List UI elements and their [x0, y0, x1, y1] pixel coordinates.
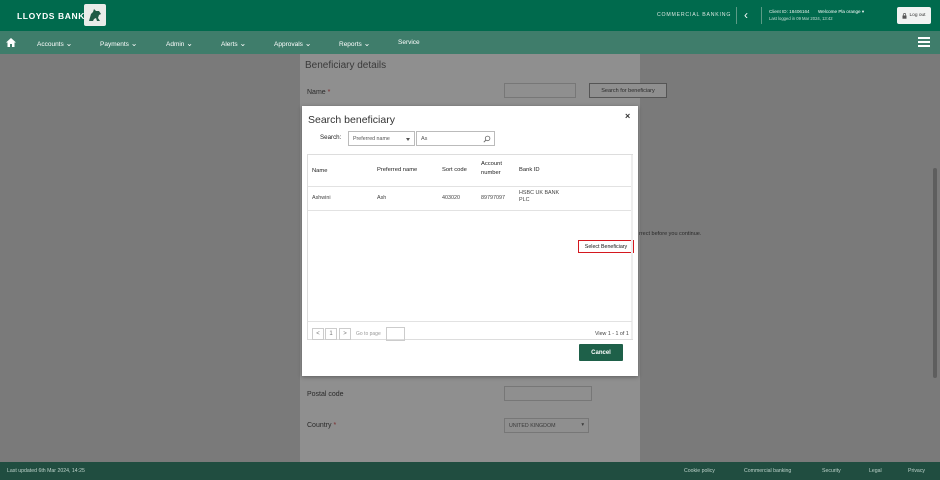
caret-down-icon — [406, 138, 410, 141]
last-updated: Last updated 6th Mar 2024, 14:25 — [7, 468, 85, 474]
horse-logo-icon — [84, 4, 106, 26]
nav-admin[interactable]: Admin ⌄ — [166, 39, 193, 48]
chevron-down-icon: ⌄ — [239, 39, 247, 48]
nav-payments[interactable]: Payments ⌄ — [100, 39, 137, 48]
cancel-button[interactable]: Cancel — [579, 344, 623, 361]
pager-view-text: View 1 - 1 of 1 — [595, 331, 629, 337]
top-header: LLOYDS BANK COMMERCIAL BANKING ‹ Client … — [0, 0, 940, 31]
footer: Last updated 6th Mar 2024, 14:25 Cookie … — [0, 462, 940, 480]
goto-page-label: Go to page — [356, 331, 381, 337]
cell-name: Ashwini — [312, 195, 331, 201]
column-header-name: Name — [312, 168, 328, 174]
notice-text: rrect before you continue. — [639, 231, 702, 237]
name-field-label: Name * — [307, 89, 330, 96]
nav-reports[interactable]: Reports ⌄ — [339, 39, 370, 48]
nav-accounts[interactable]: Accounts ⌄ — [37, 39, 72, 48]
pager-current-page: 1 — [325, 328, 337, 340]
nav-alerts[interactable]: Alerts ⌄ — [221, 39, 246, 48]
logout-label: Log out — [909, 13, 926, 18]
search-icon[interactable] — [483, 135, 491, 143]
logout-button[interactable]: Log out — [897, 7, 931, 24]
header-divider — [761, 7, 762, 24]
search-input-value: As — [421, 136, 428, 142]
footer-link-legal[interactable]: Legal — [869, 468, 882, 474]
chevron-down-icon: ⌄ — [304, 39, 312, 48]
required-mark: * — [327, 89, 331, 96]
cell-bank-id: HSBC UK BANK PLC — [519, 190, 560, 203]
results-grid: Name Preferred name Sort code Account nu… — [307, 154, 634, 341]
chevron-down-icon: ▾ — [861, 9, 865, 14]
search-by-select[interactable]: Preferred name — [348, 131, 415, 146]
chevron-left-icon[interactable]: ‹ — [744, 8, 748, 22]
country-label: Country * — [307, 422, 336, 429]
postal-code-label: Postal code — [307, 391, 344, 398]
chevron-down-icon: ⌄ — [65, 39, 73, 48]
caret-down-icon: ▾ — [581, 422, 584, 428]
nav-approvals[interactable]: Approvals ⌄ — [274, 39, 311, 48]
search-by-value: Preferred name — [353, 136, 390, 142]
product-label: COMMERCIAL BANKING — [657, 12, 732, 18]
header-divider — [736, 7, 737, 24]
chevron-down-icon: ⌄ — [186, 39, 193, 48]
brand-name: LLOYDS BANK — [17, 11, 85, 21]
cell-account-number: 89797097 — [481, 195, 505, 201]
page-scrollbar[interactable] — [933, 168, 937, 378]
column-header-bank-id: Bank ID — [519, 167, 540, 173]
nav-label: Approvals — [274, 41, 303, 48]
nav-label: Payments — [100, 41, 129, 48]
goto-page-input[interactable] — [386, 327, 405, 341]
last-logged-in: Last logged in 09 Mar 2024, 13:42 — [769, 16, 833, 21]
pager-prev-button[interactable]: < — [312, 328, 324, 340]
modal-title: Search beneficiary — [308, 114, 395, 126]
column-header-preferred-name: Preferred name — [377, 167, 418, 173]
postal-code-input[interactable] — [504, 386, 592, 401]
row-divider — [308, 210, 632, 211]
pager-next-button[interactable]: > — [339, 328, 351, 340]
section-title: Beneficiary details — [305, 60, 387, 71]
cell-preferred-name: Ash — [377, 195, 387, 201]
required-mark: * — [333, 422, 337, 429]
search-beneficiary-button[interactable]: Search for beneficiary — [589, 83, 667, 98]
label-text: Country — [307, 422, 332, 429]
search-beneficiary-modal: Search beneficiary × Search: Preferred n… — [302, 106, 638, 376]
nav-label: Admin — [166, 41, 185, 48]
cell-sort-code: 403020 — [442, 195, 460, 201]
nav-service[interactable]: Service — [398, 39, 420, 46]
grid-scrollbar[interactable] — [631, 155, 633, 339]
chevron-down-icon: ⌄ — [363, 39, 371, 48]
nav-label: Service — [398, 39, 420, 46]
column-header-account-number: Account number — [481, 161, 502, 176]
label-text: Name — [307, 89, 326, 96]
pager-divider — [308, 321, 632, 322]
footer-link-privacy[interactable]: Privacy — [908, 468, 925, 474]
welcome-user-menu[interactable]: Welcome Pla orange ▾ — [818, 9, 864, 15]
country-select[interactable]: UNITED KINGDOM ▾ — [504, 418, 589, 433]
nav-label: Alerts — [221, 41, 238, 48]
footer-link-security[interactable]: Security — [822, 468, 841, 474]
footer-link-cookie[interactable]: Cookie policy — [684, 468, 715, 474]
client-id: Client ID: 18406164 — [769, 9, 810, 14]
header-divider — [308, 186, 632, 187]
menu-icon[interactable] — [918, 37, 930, 47]
select-beneficiary-button[interactable]: Select Beneficiary — [578, 240, 634, 253]
footer-link-commercial[interactable]: Commercial banking — [744, 468, 791, 474]
column-header-sort-code: Sort code — [442, 167, 467, 173]
nav-label: Accounts — [37, 41, 64, 48]
welcome-text: Welcome Pla orange — [818, 9, 861, 14]
search-label: Search: — [320, 134, 342, 141]
nav-label: Reports — [339, 41, 362, 48]
lock-icon — [902, 12, 907, 19]
home-icon[interactable] — [6, 38, 16, 47]
name-input[interactable] — [504, 83, 576, 98]
country-value: UNITED KINGDOM — [509, 423, 556, 429]
chevron-down-icon: ⌄ — [130, 39, 138, 48]
main-nav: Accounts ⌄ Payments ⌄ Admin ⌄ Alerts ⌄ A… — [0, 31, 940, 54]
close-icon[interactable]: × — [625, 111, 630, 121]
search-input[interactable]: As — [416, 131, 495, 146]
